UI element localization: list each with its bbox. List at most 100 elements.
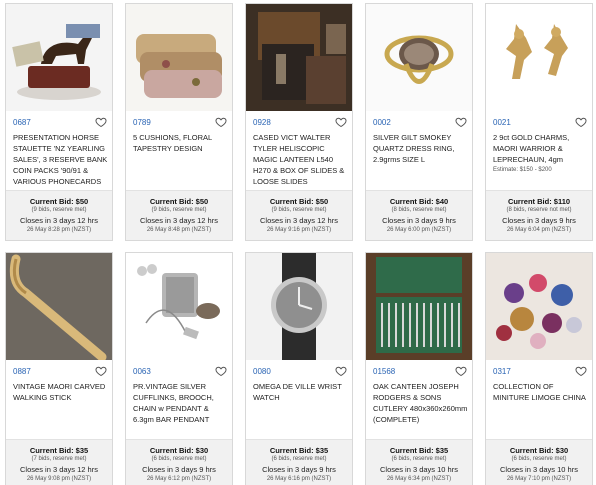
bid-count: (6 bids, reserve met) — [151, 456, 207, 462]
lot-card-0002[interactable]: 0002 SILVER GILT SMOKEY QUARTZ DRESS RIN… — [365, 3, 473, 241]
bid-panel: Current Bid: $35 (6 bids, reserve met) C… — [366, 439, 472, 485]
lot-title[interactable]: PR.VINTAGE SILVER CUFFLINKS, BROOCH, CHA… — [133, 381, 229, 425]
wrist-watch-image[interactable] — [246, 253, 352, 360]
current-bid: Current Bid: $35 — [269, 446, 329, 455]
closing-date: 26 May 9:16 pm (NZST) — [266, 227, 332, 233]
lot-title[interactable]: PRESENTATION HORSE STAUETTE 'NZ YEARLING… — [13, 132, 109, 187]
lot-title[interactable]: OMEGA DE VILLE WRIST WATCH — [253, 381, 349, 403]
lot-number-link[interactable]: 0063 — [133, 367, 151, 376]
closing-date: 26 May 8:28 pm (NZST) — [26, 227, 92, 233]
closing-date: 26 May 7:10 pm (NZST) — [506, 476, 572, 482]
lot-number-link[interactable]: 0789 — [133, 118, 151, 127]
bid-count: (9 bids, reserve met) — [31, 207, 87, 213]
bid-panel: Current Bid: $50 (9 bids, reserve met) C… — [246, 190, 352, 240]
bid-count: (6 bids, reserve met) — [271, 456, 327, 462]
closing-date: 26 May 6:04 pm (NZST) — [506, 227, 572, 233]
closing-time: Closes in 3 days 10 hrs — [380, 465, 458, 474]
current-bid: Current Bid: $50 — [149, 197, 209, 206]
bid-panel: Current Bid: $50 (9 bids, reserve met) C… — [126, 190, 232, 240]
closing-time: Closes in 3 days 9 hrs — [262, 465, 336, 474]
closing-time: Closes in 3 days 12 hrs — [140, 216, 218, 225]
heart-icon[interactable] — [455, 116, 467, 128]
magic-lantern-image[interactable] — [246, 4, 352, 111]
lot-number-link[interactable]: 0317 — [493, 367, 511, 376]
bid-count: (9 bids, reserve met) — [271, 207, 327, 213]
horse-statuette-image[interactable] — [6, 4, 112, 111]
lot-card-01568[interactable]: 01568 OAK CANTEEN JOSEPH RODGERS & SONS … — [365, 252, 473, 485]
lot-number-link[interactable]: 0080 — [253, 367, 271, 376]
cutlery-canteen-image[interactable] — [366, 253, 472, 360]
lot-number-link[interactable]: 0928 — [253, 118, 271, 127]
lot-title[interactable]: CASED VICT WALTER TYLER HELISCOPIC MAGIC… — [253, 132, 349, 187]
bid-panel: Current Bid: $40 (8 bids, reserve met) C… — [366, 190, 472, 240]
bid-count: (8 bids, reserve not met) — [506, 207, 572, 213]
limoge-china-image[interactable] — [486, 253, 592, 360]
lot-title[interactable]: COLLECTION OF MINITURE LIMOGE CHINA — [493, 381, 589, 403]
lot-card-0080[interactable]: 0080 OMEGA DE VILLE WRIST WATCH Current … — [245, 252, 353, 485]
lot-title[interactable]: 5 CUSHIONS, FLORAL TAPESTRY DESIGN — [133, 132, 229, 154]
bid-panel: Current Bid: $30 (6 bids, reserve met) C… — [126, 439, 232, 485]
bid-panel: Current Bid: $50 (9 bids, reserve met) C… — [6, 190, 112, 240]
bid-count: (6 bids, reserve met) — [511, 456, 567, 462]
current-bid: Current Bid: $50 — [269, 197, 329, 206]
heart-icon[interactable] — [215, 116, 227, 128]
bid-panel: Current Bid: $35 (7 bids, reserve met) C… — [6, 439, 112, 485]
heart-icon[interactable] — [335, 116, 347, 128]
closing-time: Closes in 3 days 12 hrs — [20, 216, 98, 225]
ring-image[interactable] — [366, 4, 472, 111]
bid-panel: Current Bid: $110 (8 bids, reserve not m… — [486, 190, 592, 240]
current-bid: Current Bid: $30 — [509, 446, 569, 455]
lot-grid: 0687 PRESENTATION HORSE STAUETTE 'NZ YEA… — [5, 3, 593, 485]
closing-time: Closes in 3 days 10 hrs — [500, 465, 578, 474]
current-bid: Current Bid: $30 — [149, 446, 209, 455]
closing-date: 26 May 6:00 pm (NZST) — [386, 227, 452, 233]
closing-date: 26 May 6:34 pm (NZST) — [386, 476, 452, 482]
lot-title[interactable]: SILVER GILT SMOKEY QUARTZ DRESS RING, 2.… — [373, 132, 469, 165]
lot-card-0687[interactable]: 0687 PRESENTATION HORSE STAUETTE 'NZ YEA… — [5, 3, 113, 241]
lot-estimate: Estimate: $150 - $200 — [493, 167, 552, 173]
lot-card-0317[interactable]: 0317 COLLECTION OF MINITURE LIMOGE CHINA… — [485, 252, 593, 485]
lot-number-link[interactable]: 0887 — [13, 367, 31, 376]
closing-date: 26 May 6:12 pm (NZST) — [146, 476, 212, 482]
walking-stick-image[interactable] — [6, 253, 112, 360]
heart-icon[interactable] — [455, 365, 467, 377]
silver-jewellery-image[interactable] — [126, 253, 232, 360]
closing-time: Closes in 3 days 9 hrs — [382, 216, 456, 225]
lot-card-0789[interactable]: 0789 5 CUSHIONS, FLORAL TAPESTRY DESIGN … — [125, 3, 233, 241]
lot-card-0887[interactable]: 0887 VINTAGE MAORI CARVED WALKING STICK … — [5, 252, 113, 485]
lot-number-link[interactable]: 0002 — [373, 118, 391, 127]
bid-count: (7 bids, reserve met) — [31, 456, 87, 462]
cushions-image[interactable] — [126, 4, 232, 111]
bid-panel: Current Bid: $30 (6 bids, reserve met) C… — [486, 439, 592, 485]
current-bid: Current Bid: $40 — [389, 197, 449, 206]
closing-date: 26 May 6:16 pm (NZST) — [266, 476, 332, 482]
heart-icon[interactable] — [95, 116, 107, 128]
closing-date: 26 May 9:08 pm (NZST) — [26, 476, 92, 482]
heart-icon[interactable] — [575, 116, 587, 128]
lot-card-0063[interactable]: 0063 PR.VINTAGE SILVER CUFFLINKS, BROOCH… — [125, 252, 233, 485]
gold-charms-image[interactable] — [486, 4, 592, 111]
bid-count: (9 bids, reserve met) — [151, 207, 207, 213]
bid-count: (6 bids, reserve met) — [391, 456, 447, 462]
lot-card-0021[interactable]: 0021 2 9ct GOLD CHARMS, MAORI WARRIOR & … — [485, 3, 593, 241]
bid-count: (8 bids, reserve met) — [391, 207, 447, 213]
heart-icon[interactable] — [335, 365, 347, 377]
lot-title[interactable]: VINTAGE MAORI CARVED WALKING STICK — [13, 381, 109, 403]
closing-date: 26 May 8:48 pm (NZST) — [146, 227, 212, 233]
closing-time: Closes in 3 days 12 hrs — [20, 465, 98, 474]
lot-number-link[interactable]: 01568 — [373, 367, 395, 376]
closing-time: Closes in 3 days 9 hrs — [502, 216, 576, 225]
current-bid: Current Bid: $110 — [507, 197, 571, 206]
closing-time: Closes in 3 days 9 hrs — [142, 465, 216, 474]
current-bid: Current Bid: $35 — [29, 446, 89, 455]
lot-card-0928[interactable]: 0928 CASED VICT WALTER TYLER HELISCOPIC … — [245, 3, 353, 241]
heart-icon[interactable] — [215, 365, 227, 377]
current-bid: Current Bid: $35 — [389, 446, 449, 455]
heart-icon[interactable] — [95, 365, 107, 377]
lot-number-link[interactable]: 0687 — [13, 118, 31, 127]
current-bid: Current Bid: $50 — [29, 197, 89, 206]
heart-icon[interactable] — [575, 365, 587, 377]
lot-number-link[interactable]: 0021 — [493, 118, 511, 127]
lot-title[interactable]: OAK CANTEEN JOSEPH RODGERS & SONS CUTLER… — [373, 381, 469, 425]
lot-title[interactable]: 2 9ct GOLD CHARMS, MAORI WARRIOR & LEPRE… — [493, 132, 589, 165]
